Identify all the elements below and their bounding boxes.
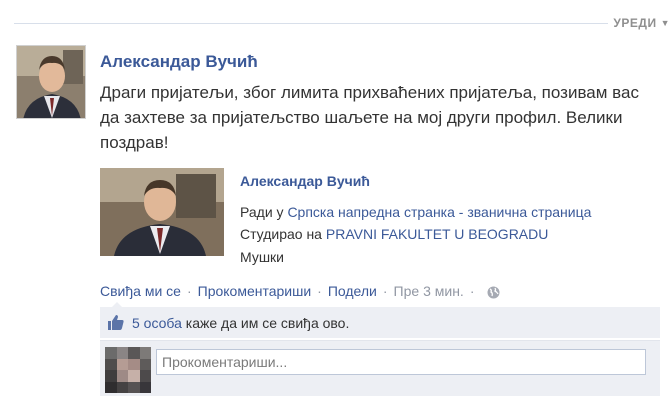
feed-header: УРЕДИ ▼ — [14, 0, 670, 42]
studied-at-line: Студирао на PRAVNI FAKULTET U BEOGRADU — [240, 226, 548, 242]
post-author-name[interactable]: Александар Вучић — [100, 52, 258, 72]
globe-icon[interactable] — [487, 286, 500, 302]
thumbs-up-icon — [107, 314, 125, 336]
likes-rest-text: каже да им се свиђа ово. — [185, 315, 350, 331]
shared-profile-photo[interactable] — [100, 168, 224, 256]
post-actions: Свиђа ми се · Прокоментариши · Подели · Пре 3 … — [100, 283, 500, 302]
comment-input[interactable] — [156, 349, 646, 375]
comment-link[interactable]: Прокоментариши — [198, 283, 312, 299]
shared-photo-image — [100, 168, 224, 256]
gender-line: Мушки — [240, 249, 284, 265]
edit-button[interactable]: УРЕДИ ▼ — [613, 16, 670, 30]
share-link[interactable]: Подели — [328, 283, 377, 299]
caret-down-icon: ▼ — [660, 18, 670, 28]
studied-prefix: Студирао на — [240, 226, 322, 242]
comment-composer — [100, 340, 660, 396]
likes-count-link[interactable]: 5 особа — [132, 315, 182, 331]
author-photo — [17, 46, 85, 118]
like-link[interactable]: Свиђа ми се — [100, 283, 181, 299]
header-divider — [14, 23, 608, 24]
works-prefix: Ради у — [240, 204, 284, 220]
post-message: Драги пријатељи, због лимита прихваћених… — [100, 83, 639, 152]
separator: · — [382, 283, 388, 299]
likes-notch — [112, 302, 122, 307]
studied-link[interactable]: PRAVNI FAKULTET U BEOGRADU — [326, 226, 549, 242]
viewer-photo-pixelated — [105, 347, 151, 393]
author-avatar[interactable] — [16, 45, 86, 119]
separator: · — [186, 283, 192, 299]
shared-profile-card: Александар Вучић Ради у Српска напредна … — [100, 168, 660, 268]
works-link[interactable]: Српска напредна странка - званична стран… — [287, 204, 591, 220]
post-timestamp[interactable]: Пре 3 мин. — [394, 283, 464, 299]
separator: · — [317, 283, 322, 299]
likes-text: 5 особа каже да им се свиђа ово. — [132, 315, 349, 331]
edit-label: УРЕДИ — [613, 16, 657, 30]
shared-profile-name[interactable]: Александар Вучић — [240, 173, 370, 189]
works-at-line: Ради у Српска напредна странка - званичн… — [240, 204, 591, 220]
likes-summary: 5 особа каже да им се свиђа ово. — [100, 302, 660, 338]
separator: · — [469, 283, 475, 299]
viewer-avatar — [105, 347, 151, 393]
